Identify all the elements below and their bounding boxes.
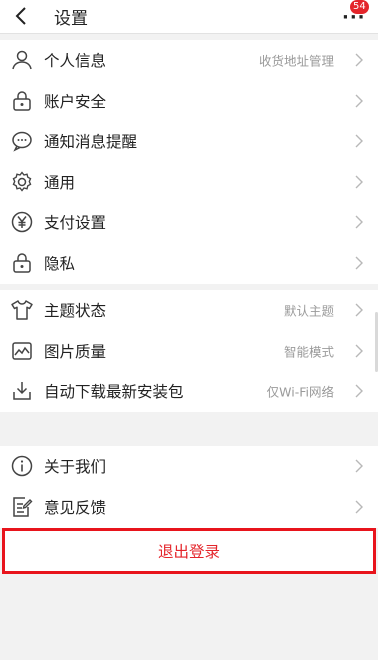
row-label: 个人信息 — [44, 52, 107, 71]
row-label: 自动下载最新安装包 — [44, 383, 184, 402]
chevron-right-icon — [355, 459, 363, 473]
row-value: 智能模式 — [283, 344, 334, 360]
settings-row-about-us[interactable]: 关于我们 — [0, 446, 378, 487]
chevron-right-icon — [355, 500, 363, 514]
lock-icon — [13, 91, 31, 111]
settings-row-personal-info[interactable]: 个人信息 收货地址管理 — [0, 40, 378, 81]
settings-row-auto-download[interactable]: 自动下载最新安装包 仅Wi-Fi网络 — [0, 371, 378, 412]
chevron-right-icon — [355, 94, 363, 108]
settings-row-account-security[interactable]: 账户安全 — [0, 81, 378, 122]
more-button[interactable]: ··· 54 — [340, 0, 369, 28]
download-icon — [13, 382, 31, 400]
row-label: 关于我们 — [44, 458, 107, 477]
row-label: 隐私 — [44, 254, 76, 273]
chevron-right-icon — [355, 175, 363, 189]
settings-group-account: 个人信息 收货地址管理账户安全通知消息提醒 通用支付设置隐私 — [0, 40, 378, 284]
row-label: 支付设置 — [44, 214, 107, 233]
back-arrow-icon — [15, 7, 26, 25]
section-divider — [0, 412, 378, 448]
logout-label: 退出登录 — [157, 543, 220, 561]
chevron-right-icon — [355, 303, 363, 317]
settings-row-payment-settings[interactable]: 支付设置 — [0, 202, 378, 243]
gear-icon — [12, 171, 32, 192]
notification-badge: 54 — [350, 0, 369, 14]
settings-row-image-quality[interactable]: 图片质量 智能模式 — [0, 331, 378, 372]
row-value: 仅Wi-Fi网络 — [266, 384, 334, 400]
chevron-right-icon — [355, 215, 363, 229]
lock-icon — [13, 253, 31, 273]
settings-row-feedback[interactable]: 意见反馈 — [0, 487, 378, 528]
settings-group-about: 关于我们 意见反馈 — [0, 446, 378, 528]
more-dots-icon: ··· — [342, 7, 366, 28]
row-label: 通知消息提醒 — [44, 133, 138, 152]
person-icon — [12, 51, 32, 70]
row-value: 默认主题 — [283, 303, 334, 319]
settings-group-display: 主题状态 默认主题图片质量 智能模式自动下载最新安装包 仅Wi-Fi网络 — [0, 290, 378, 412]
row-label: 主题状态 — [44, 302, 107, 321]
settings-row-notifications[interactable]: 通知消息提醒 — [0, 121, 378, 162]
chevron-right-icon — [355, 344, 363, 358]
chevron-right-icon — [355, 53, 363, 67]
settings-row-privacy[interactable]: 隐私 — [0, 243, 378, 284]
row-label: 意见反馈 — [44, 498, 107, 517]
logout-button[interactable]: 退出登录 — [2, 528, 376, 574]
page-title: 设置 — [54, 9, 88, 29]
row-label: 账户安全 — [44, 92, 107, 111]
chevron-right-icon — [355, 134, 363, 148]
row-label: 通用 — [44, 173, 76, 192]
back-button[interactable] — [8, 2, 34, 30]
row-label: 图片质量 — [44, 342, 107, 361]
yen-icon — [11, 212, 33, 233]
chevron-right-icon — [355, 256, 363, 270]
chevron-right-icon — [355, 384, 363, 398]
shirt-icon — [11, 300, 33, 320]
header-bar: 设置 ··· 54 — [0, 0, 378, 34]
chat-bubble-icon — [12, 132, 32, 152]
settings-row-theme[interactable]: 主题状态 默认主题 — [0, 290, 378, 331]
row-value: 收货地址管理 — [258, 53, 334, 69]
image-icon — [12, 342, 32, 360]
info-icon — [11, 456, 33, 477]
settings-row-general[interactable]: 通用 — [0, 162, 378, 203]
edit-note-icon — [13, 497, 33, 517]
